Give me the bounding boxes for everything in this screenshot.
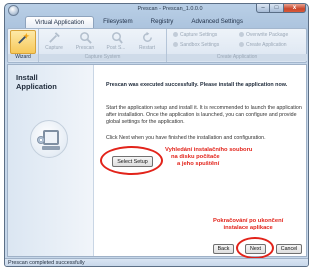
install-setup-icon <box>30 120 68 158</box>
monitor-base-shape <box>42 146 60 150</box>
sandbox-icon <box>173 42 178 47</box>
postscan-magnifier-icon <box>111 32 123 44</box>
ribbon-group-capture-system: Capture Prescan Post S... Restart Captur… <box>39 29 167 62</box>
create-application-group-label: Create Application <box>167 54 307 61</box>
annotation-note-2-line: Pokračování po ukončení <box>213 218 284 224</box>
capture-system-group-label: Capture System <box>39 54 166 61</box>
capture-settings-item[interactable]: Capture Settings <box>173 32 217 38</box>
capture-button[interactable]: Capture <box>41 30 67 54</box>
create-application-icon <box>239 42 244 47</box>
monitor-screen-shape <box>43 130 59 145</box>
cancel-button[interactable]: Cancel <box>276 244 302 254</box>
tab-advanced-settings[interactable]: Advanced Settings <box>182 16 252 28</box>
left-pane: Install Application <box>8 65 94 256</box>
minimize-button[interactable]: – <box>256 4 270 13</box>
ribbon: Wizard Capture Prescan Post S... Restart… <box>7 28 307 63</box>
annotation-note-2-line: instalace aplikace <box>223 225 273 231</box>
prescan-label: Prescan <box>75 45 95 51</box>
tab-filesystem[interactable]: Filesystem <box>94 16 142 28</box>
sandbox-settings-item[interactable]: Sandbox Settings <box>173 42 219 48</box>
back-button[interactable]: Back <box>213 244 234 254</box>
window-controls: – □ x <box>256 4 306 13</box>
postscan-button[interactable]: Post S... <box>103 30 129 54</box>
ribbon-group-wizard: Wizard <box>8 29 39 62</box>
postscan-label: Post S... <box>106 45 126 51</box>
annotation-note-1-line: na disku počítače <box>171 154 220 160</box>
next-button[interactable]: Next <box>245 244 266 254</box>
capture-icon <box>48 32 60 43</box>
annotation-note-1-line: a jeho spuštění <box>177 161 220 167</box>
prescan-button[interactable]: Prescan <box>72 30 98 54</box>
overwrite-package-label: Overwrite Package <box>246 32 289 38</box>
application-window: Prescan - Prescan_1.0.0.0 – □ x Virtual … <box>4 3 309 267</box>
next-instruction: Click Next when you have finished the in… <box>106 135 266 141</box>
page-title: Install Application <box>16 73 57 91</box>
tab-virtual-application[interactable]: Virtual Application <box>25 16 95 28</box>
capture-label: Capture <box>45 45 63 51</box>
overwrite-package-item[interactable]: Overwrite Package <box>239 32 288 38</box>
maximize-button[interactable]: □ <box>270 4 284 13</box>
ribbon-tabs: Virtual Application Filesystem Registry … <box>25 16 252 28</box>
select-setup-button[interactable]: Select Setup <box>112 156 153 167</box>
title-bar: Prescan - Prescan_1.0.0.0 – □ x <box>5 4 308 16</box>
success-message: Prescan was executed successfully. Pleas… <box>106 82 288 88</box>
tab-registry[interactable]: Registry <box>142 16 183 28</box>
annotation-note-1: Vyhledání instalačního souboru na disku … <box>165 147 252 168</box>
restart-icon <box>142 31 152 42</box>
wizard-label: Wizard <box>8 54 38 61</box>
restart-button[interactable]: Restart <box>134 30 160 54</box>
restart-label: Restart <box>138 45 156 51</box>
wizard-page: Install Application Prescan was executed… <box>7 64 307 259</box>
close-button[interactable]: x <box>284 4 306 13</box>
install-disk-icon <box>37 136 45 144</box>
sandbox-settings-label: Sandbox Settings <box>180 42 220 48</box>
annotation-note-2: Pokračování po ukončení instalace aplika… <box>213 218 283 232</box>
overwrite-icon <box>239 32 244 37</box>
magnifier-icon <box>79 32 92 44</box>
instruction-paragraph: Start the application setup and install … <box>106 105 302 125</box>
capture-settings-label: Capture Settings <box>180 32 218 38</box>
create-application-label: Create Application <box>246 42 287 48</box>
settings-icon <box>173 32 178 37</box>
ribbon-group-create-application: Capture Settings Sandbox Settings Overwr… <box>167 29 307 62</box>
status-bar: Prescan completed successfully <box>5 258 308 266</box>
wizard-wand-icon <box>17 32 30 44</box>
create-application-item[interactable]: Create Application <box>239 42 287 48</box>
app-menu-orb-icon[interactable] <box>8 5 19 16</box>
window-title: Prescan - Prescan_1.0.0.0 <box>137 6 203 12</box>
wizard-button[interactable] <box>10 30 36 54</box>
annotation-note-1-line: Vyhledání instalačního souboru <box>165 147 253 153</box>
